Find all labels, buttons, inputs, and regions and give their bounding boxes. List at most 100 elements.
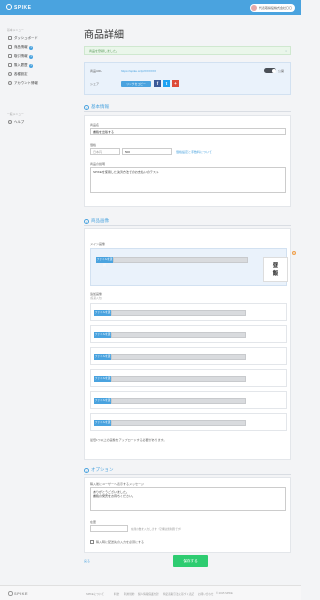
extra-image-slot-2: ファイルを選択 [90,325,287,343]
product-images-card: メイン画像 ファイルを選択 昼飯 × 追加画像 (任意入力) ファイルを選択 フ… [84,228,296,460]
extra-image-slot-1: ファイルを選択 [90,303,287,321]
divider [84,474,291,475]
file-name-field [111,398,246,404]
user-menu[interactable]: 代表取締役株式会社〇〇 [249,3,295,12]
publish-toggle-label: 公開 [278,68,285,73]
footer-link-pricing[interactable]: 料金 [114,592,119,596]
transaction-icon [8,53,12,58]
product-name-input[interactable]: 書籍を出版する [90,128,286,135]
sidebar-item-help[interactable]: ヘルプ [8,119,24,125]
stock-label: 在庫 [90,520,97,524]
sidebar: 基本メニュー ダッシュボード 商品情報 1 取引情報 1 購入履歴 1 各種設定 アカ… [0,15,54,585]
footer-link-about[interactable]: SPIKEについて [86,592,104,596]
choose-file-button[interactable]: ファイルを選択 [94,310,111,320]
currency-select[interactable]: 日本円 [90,148,120,155]
info-icon: i [84,104,89,110]
message-label: 購入後にユーザーへ表示するメッセージ [90,482,144,486]
sidebar-section-general: 一般メニュー [7,112,24,116]
product-images-heading: ▪ 商品画像 [84,218,109,224]
stock-input[interactable] [90,525,128,532]
footer-link-contact[interactable]: お問い合わせ [198,592,214,596]
file-name-field [111,376,246,382]
choose-file-button[interactable]: ファイルを選択 [96,257,113,267]
divider [84,111,291,112]
cart-icon [8,62,12,67]
choose-file-button[interactable]: ファイルを選択 [94,354,111,364]
top-bar: SPIKE 代表取締役株式会社〇〇 [0,0,301,15]
product-icon [8,44,12,49]
sidebar-item-transactions[interactable]: 取引情報 1 [8,53,34,59]
footer-copyright: © 2015 SPIKE [216,591,233,595]
file-name-field [113,257,248,263]
price-fee-link[interactable]: 価格設定と手数料について [176,150,212,154]
product-url-link[interactable]: https://spike.cc/p/XXXXXX [121,69,156,73]
dashboard-icon [8,35,12,40]
choose-file-button[interactable]: ファイルを選択 [94,376,111,386]
file-name-field [111,332,246,338]
footer: SPIKE SPIKEについて 料金 利用規約 個人情報保護方針 特定商取引法に… [0,585,301,600]
publish-toggle[interactable] [264,68,276,73]
extra-image-slot-4: ファイルを選択 [90,369,287,387]
choose-file-button[interactable]: ファイルを選択 [94,420,111,430]
choose-file-button[interactable]: ファイルを選択 [94,398,111,408]
main-image-label: メイン画像 [90,242,106,246]
user-icon [8,80,12,85]
copy-link-button[interactable]: リンクをコピー [121,81,151,87]
close-icon[interactable]: × [285,47,287,55]
help-icon [8,119,12,124]
choose-file-button[interactable]: ファイルを選択 [94,332,111,342]
require-shipping-checkbox[interactable] [90,540,94,544]
spike-logo[interactable]: SPIKE [6,4,32,11]
footer-link-commerce[interactable]: 特定商取引法に基づく表記 [163,592,194,596]
file-name-field [111,354,246,360]
success-alert: 商品を登録しました。 × [84,46,291,55]
sidebar-item-products[interactable]: 商品情報 1 [8,44,34,50]
main-image-uploader: ファイルを選択 昼飯 × [90,248,296,286]
description-textarea[interactable]: SPIKEを使用した決済方法でのお支払いのテスト [90,167,286,193]
file-name-field [111,310,246,316]
basic-info-heading: i 基本情報 [84,104,109,110]
sidebar-item-dashboard[interactable]: ダッシュボード [8,35,38,41]
stock-hint: 在庫の数を入力します（空欄は無制限です） [131,527,183,531]
extra-images-optional: (任意入力) [90,297,103,300]
transactions-count-badge: 1 [29,54,34,59]
basic-info-card: 商品名 書籍を出版する 価格 日本円 500 価格設定と手数料について 商品の説… [84,115,291,207]
extra-image-slot-5: ファイルを選択 [90,391,287,409]
require-shipping-label: 購入時に配送先の入力を必須にする [96,540,145,544]
message-textarea[interactable]: ありがとうございました。 書籍の発売をお待ちください。 [90,487,286,511]
product-name-label: 商品名 [90,123,100,127]
extra-image-slot-3: ファイルを選択 [90,347,287,365]
page-title: 商品詳細 [84,30,124,41]
user-name: 代表取締役株式会社〇〇 [258,5,292,10]
twitter-icon[interactable]: t [163,80,170,87]
description-label: 商品の説明 [90,162,106,166]
price-label: 価格 [90,143,97,147]
save-button[interactable]: 保存する [173,555,208,567]
back-link[interactable]: 戻る [84,559,90,563]
purchases-count-badge: 1 [29,63,34,68]
sidebar-item-settings[interactable]: 各種設定 [8,71,28,77]
footer-link-terms[interactable]: 利用規約 [124,592,134,596]
sidebar-item-purchases[interactable]: 購入履歴 1 [8,62,34,68]
image-requirement-note: 最低1つ以上の画像をアップロードする必要があります。 [90,438,167,442]
toggle-knob [271,68,276,73]
products-count-badge: 1 [29,45,34,50]
price-input[interactable]: 500 [122,148,172,155]
footer-logo[interactable]: SPIKE [8,591,28,596]
settings-icon: • [84,467,89,473]
remove-image-icon[interactable]: × [292,251,296,255]
divider [84,225,291,226]
main-image-preview: 昼飯 [263,257,288,282]
spike-logo-icon [8,591,13,596]
avatar [250,4,257,11]
google-plus-icon[interactable]: + [172,80,179,87]
facebook-icon[interactable]: f [154,80,161,87]
url-label: 商品URL [90,69,103,73]
footer-link-privacy[interactable]: 個人情報保護方針 [138,592,159,596]
extra-image-slot-6: ファイルを選択 [90,413,287,431]
sidebar-section-basic: 基本メニュー [7,28,24,32]
options-card: 購入後にユーザーへ表示するメッセージ ありがとうございました。 書籍の発売をお待ち… [84,477,291,553]
options-heading: • オプション [84,467,114,473]
image-icon: ▪ [84,218,89,224]
sidebar-item-account[interactable]: アカウント情報 [8,80,38,86]
